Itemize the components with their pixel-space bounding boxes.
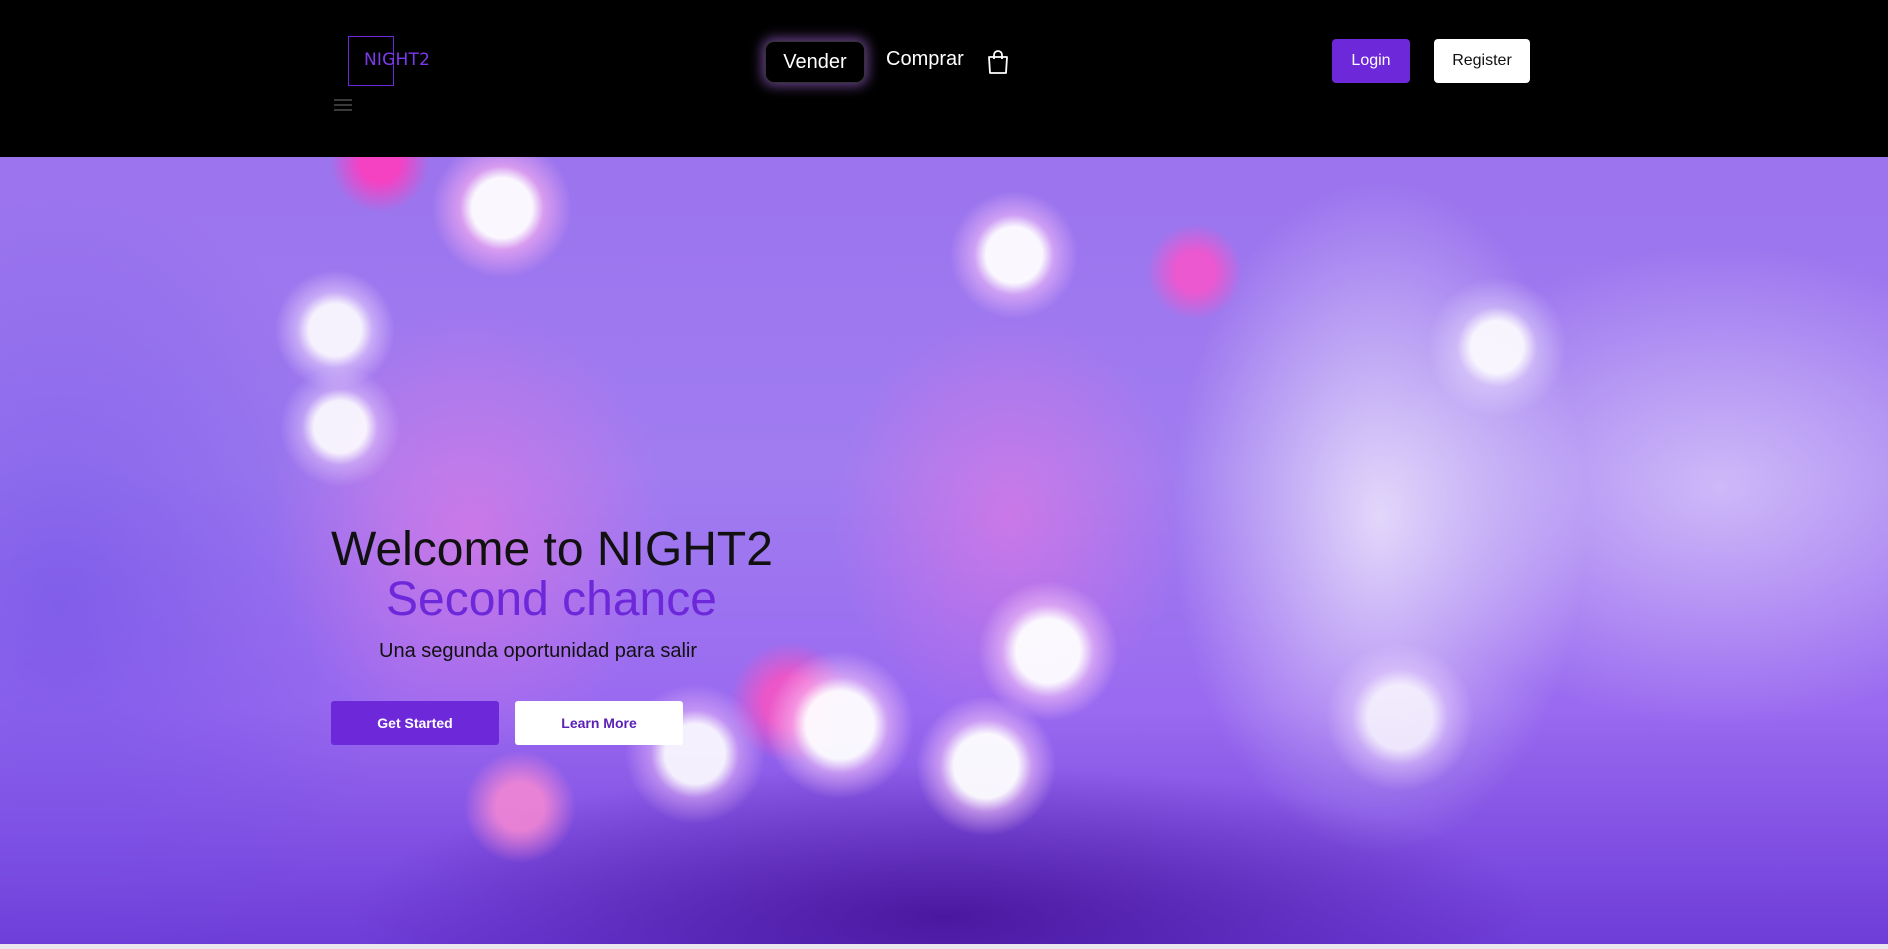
hero-tagline: Una segunda oportunidad para salir	[379, 640, 697, 662]
nav-vender[interactable]: Vender	[765, 41, 865, 83]
hero-subtitle: Second chance	[386, 573, 717, 626]
hero-title: Welcome to NIGHT2	[331, 523, 773, 576]
learn-more-button[interactable]: Learn More	[515, 701, 683, 745]
get-started-button[interactable]: Get Started	[331, 701, 499, 745]
nav-comprar[interactable]: Comprar	[886, 48, 964, 71]
logo-text[interactable]: NIGHT2	[364, 50, 430, 70]
register-button[interactable]: Register	[1434, 39, 1530, 83]
hero-section	[0, 157, 1888, 944]
login-button[interactable]: Login	[1332, 39, 1410, 83]
menu-icon[interactable]	[334, 99, 352, 111]
shopping-bag-icon[interactable]	[986, 49, 1010, 75]
page-bottom-strip	[0, 944, 1888, 949]
top-navbar: NIGHT2 Vender Comprar Login Register	[0, 0, 1888, 157]
